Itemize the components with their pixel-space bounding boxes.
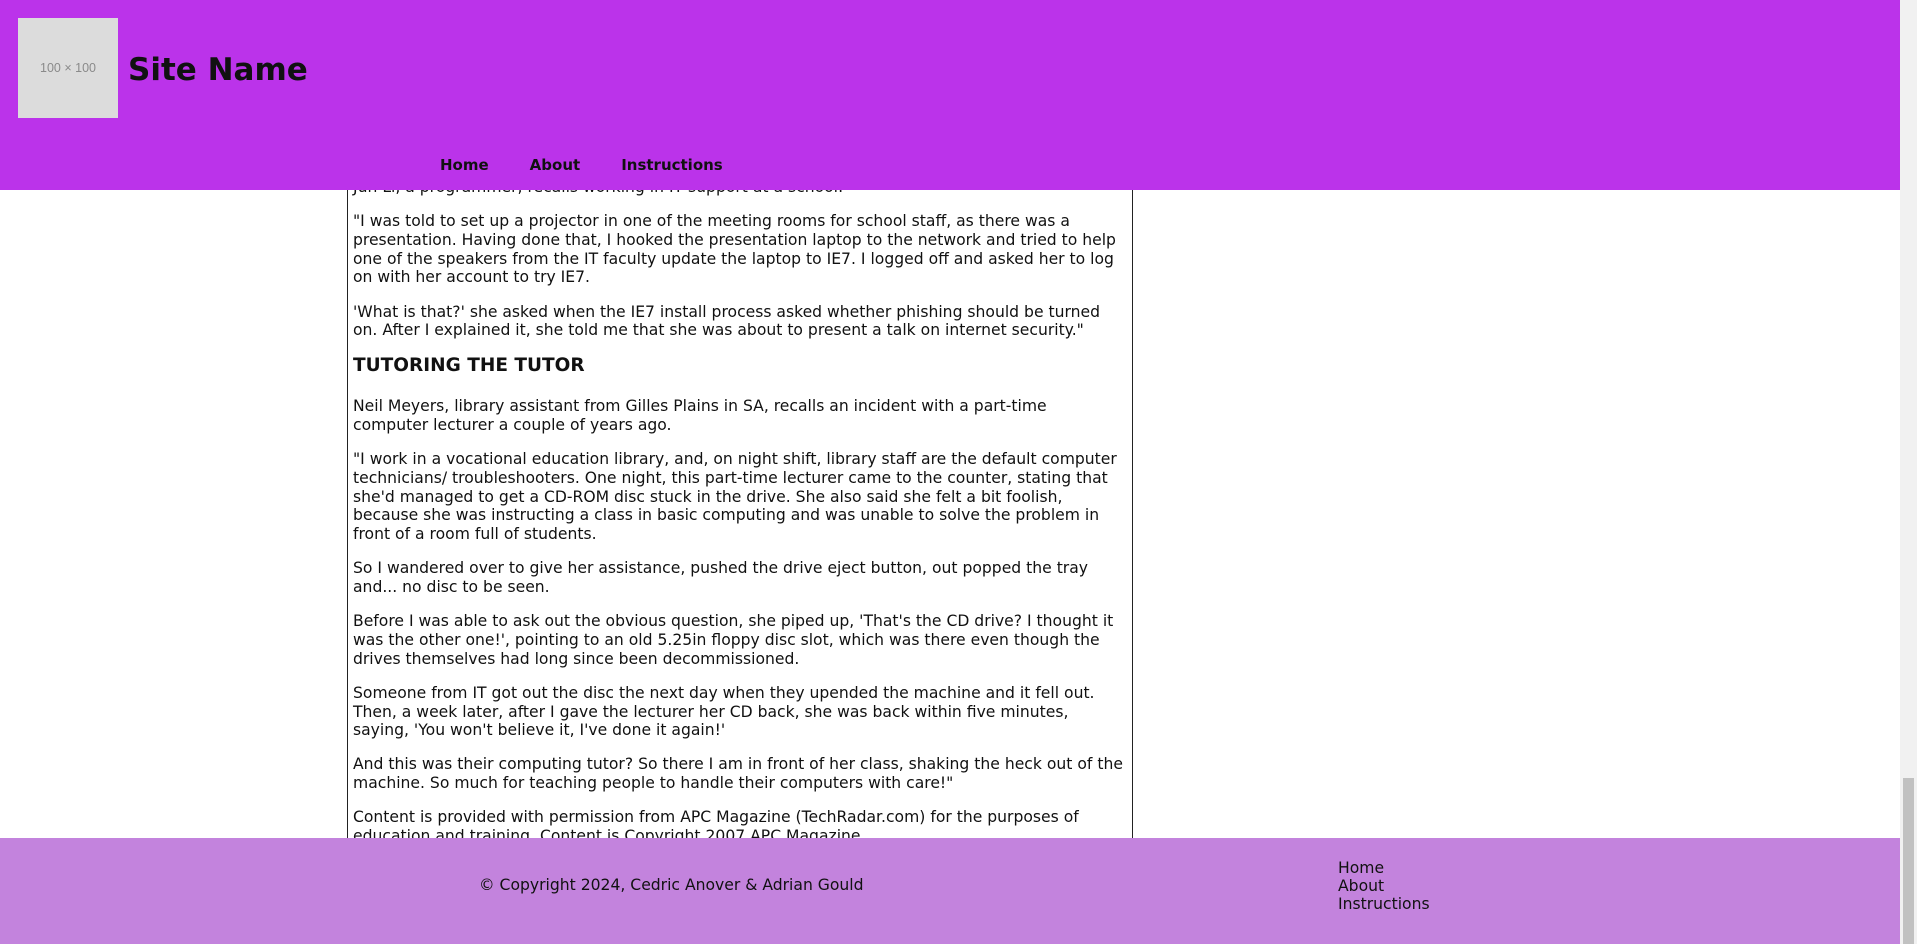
logo-placeholder[interactable]: 100 × 100 (18, 18, 118, 118)
site-header: 100 × 100 Site Name Home About Instructi… (0, 0, 1900, 190)
site-name: Site Name (128, 52, 308, 88)
scrollbar-thumb[interactable] (1903, 778, 1914, 944)
footer-nav: Home About Instructions (1338, 859, 1430, 913)
article-card: Jun Li, a programmer, recalls working in… (347, 178, 1133, 865)
main-nav: Home About Instructions (440, 156, 764, 174)
article-paragraph: Before I was able to ask out the obvious… (353, 612, 1114, 668)
article-paragraph: And this was their computing tutor? So t… (353, 755, 1123, 793)
page: Jun Li, a programmer, recalls working in… (0, 0, 1917, 944)
article-paragraph: 'What is that?' she asked when the IE7 i… (353, 302, 1100, 340)
article-paragraph: "I work in a vocational education librar… (353, 450, 1117, 544)
footer-home-link[interactable]: Home (1338, 859, 1430, 877)
article-container: Jun Li, a programmer, recalls working in… (347, 110, 1133, 865)
footer-about-link[interactable]: About (1338, 877, 1430, 895)
article-paragraph: Someone from IT got out the disc the nex… (353, 683, 1095, 740)
article-paragraph: Neil Meyers, library assistant from Gill… (353, 397, 1047, 435)
article-paragraph: "I was told to set up a projector in one… (353, 212, 1116, 287)
copyright-text: © Copyright 2024, Cedric Anover & Adrian… (479, 876, 864, 894)
section-heading: TUTORING THE TUTOR (353, 355, 585, 377)
vertical-scrollbar[interactable] (1900, 0, 1917, 944)
nav-about-link[interactable]: About (530, 156, 581, 174)
footer-instructions-link[interactable]: Instructions (1338, 895, 1430, 913)
article-paragraph: So I wandered over to give her assistanc… (353, 559, 1088, 597)
site-footer: © Copyright 2024, Cedric Anover & Adrian… (0, 838, 1900, 944)
nav-home-link[interactable]: Home (440, 156, 489, 174)
nav-instructions-link[interactable]: Instructions (621, 156, 723, 174)
